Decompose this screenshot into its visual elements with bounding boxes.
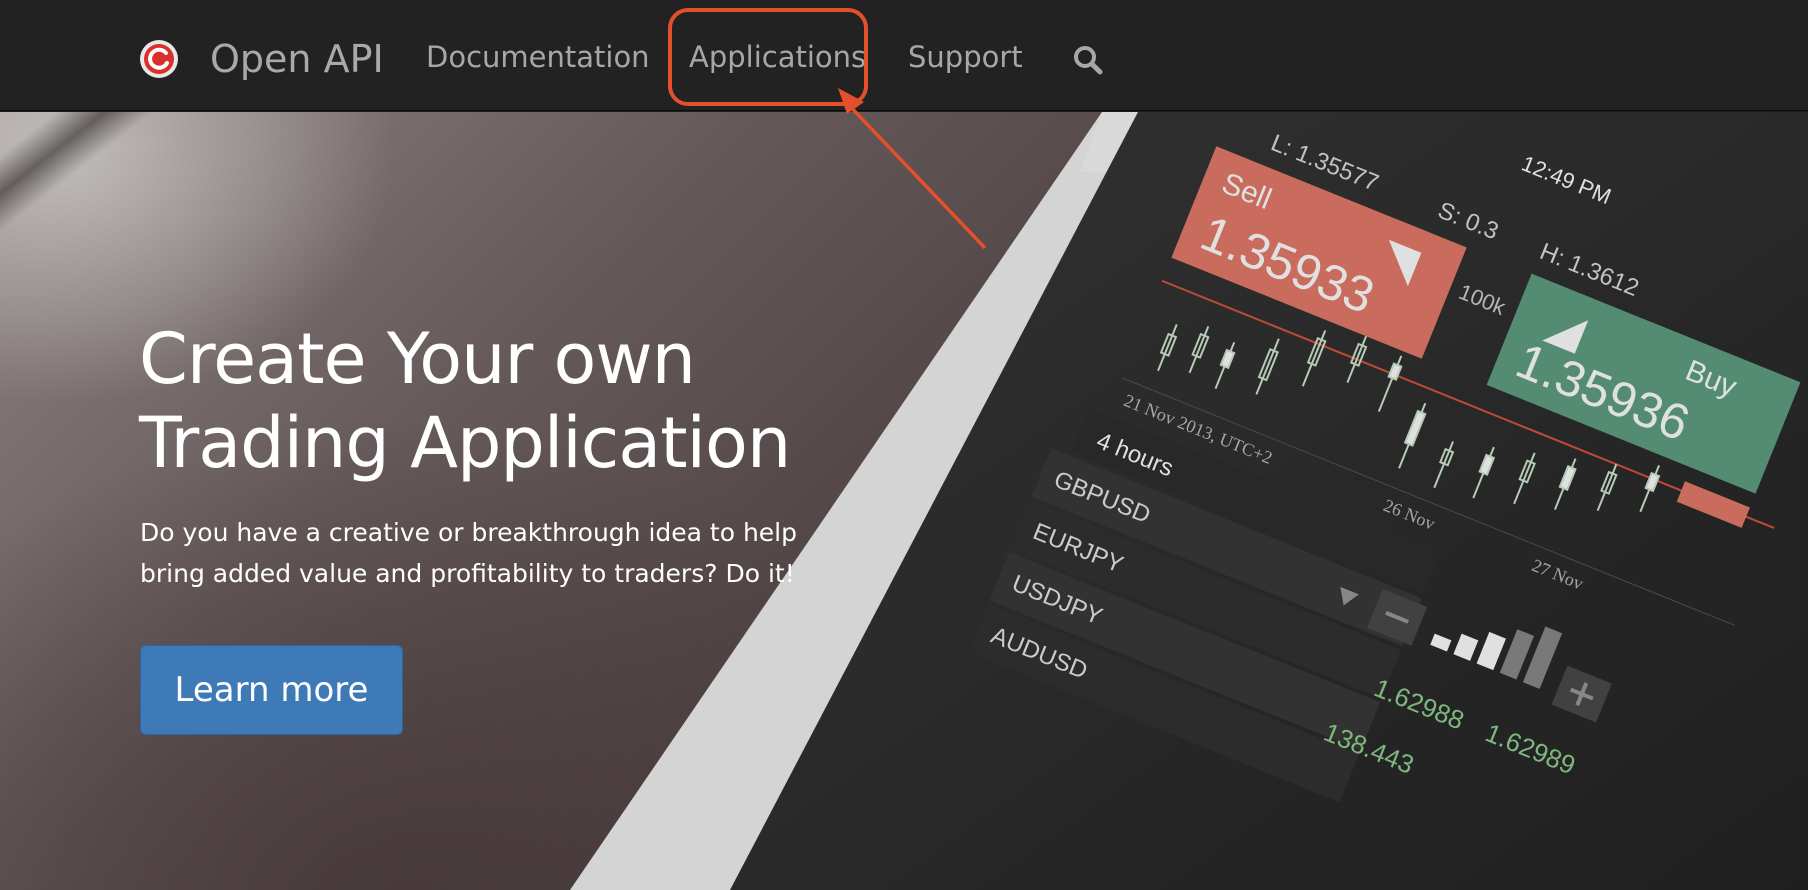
nav-applications[interactable]: Applications xyxy=(689,40,866,74)
hero-title: Create Your own Trading Application xyxy=(139,317,899,485)
brand-logo-icon xyxy=(140,40,178,78)
hero-subtitle-line-2: bring added value and profitability to t… xyxy=(140,559,795,588)
phone-illustration: 12:49 PM L: 1.35577 S: 0.3 H: 1.3612 Sel… xyxy=(570,112,1808,890)
nav-documentation[interactable]: Documentation xyxy=(426,40,650,74)
hero-title-line-2: Trading Application xyxy=(139,402,791,484)
learn-more-button[interactable]: Learn more xyxy=(140,645,403,735)
nav-support[interactable]: Support xyxy=(908,40,1023,74)
hero-section: 12:49 PM L: 1.35577 S: 0.3 H: 1.3612 Sel… xyxy=(0,112,1808,890)
top-navbar: Open API Documentation Applications Supp… xyxy=(0,0,1808,111)
brand-link[interactable]: Open API xyxy=(139,37,384,81)
search-icon[interactable] xyxy=(1072,44,1104,76)
hero-title-line-1: Create Your own xyxy=(139,318,696,400)
brand-name: Open API xyxy=(210,37,384,81)
hero-subtitle-line-1: Do you have a creative or breakthrough i… xyxy=(140,518,797,547)
hero-subtitle: Do you have a creative or breakthrough i… xyxy=(140,512,860,594)
